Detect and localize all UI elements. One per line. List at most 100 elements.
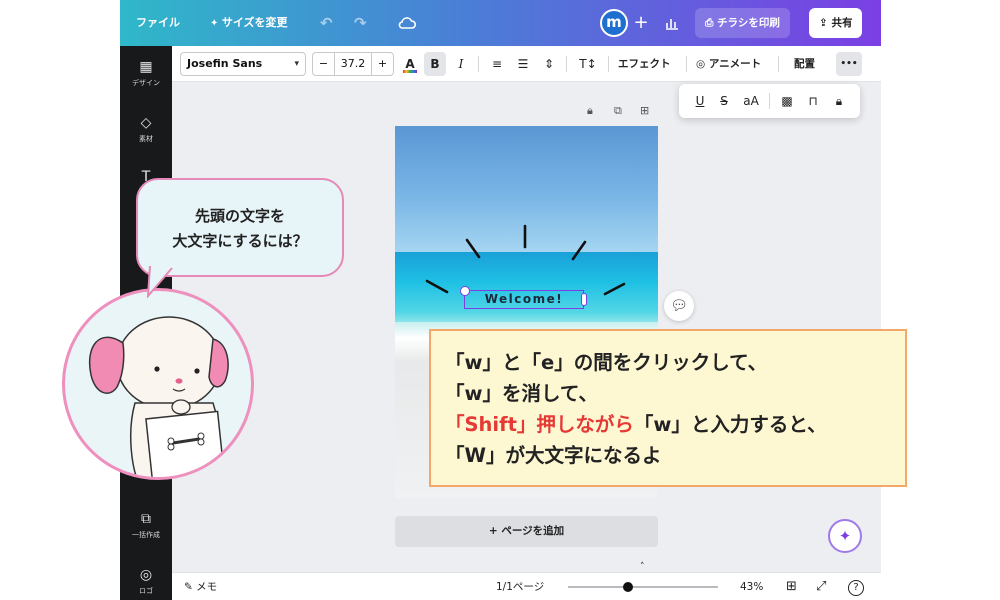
note-line-1: 「w」と「e」の間をクリックして、 <box>445 351 768 374</box>
animate-icon: ◎ <box>696 58 709 70</box>
font-family-select[interactable]: Josefin Sans ▾ <box>180 52 306 76</box>
note-line-2: 「w」を消して、 <box>445 382 598 405</box>
elements-icon: ◇ <box>140 115 152 131</box>
zoom-slider[interactable] <box>568 582 718 592</box>
lock-icon[interactable]: 🔒︎ <box>829 89 849 113</box>
help-icon: ? <box>848 580 864 596</box>
strikethrough-icon[interactable]: S <box>715 89 733 113</box>
more-options-button[interactable]: ••• <box>836 52 862 76</box>
print-icon: ⎙ <box>705 17 718 29</box>
fullscreen-icon[interactable]: ⤢ <box>816 573 826 600</box>
comment-icon: 💬︎ <box>670 298 688 314</box>
duplicate-page-icon[interactable]: ⧉ <box>614 104 622 118</box>
font-size-stepper: − 37.2 + <box>312 52 394 76</box>
divider <box>608 56 609 72</box>
welcome-text[interactable]: Welcome! <box>485 292 564 306</box>
instruction-note: 「w」と「e」の間をクリックして、 「w」を消して、 「Shift」押しながら「… <box>429 329 907 487</box>
line-spacing-icon[interactable]: ⇕ <box>538 52 560 76</box>
text-toolbar: Josefin Sans ▾ − 37.2 + A B I ≡ ☰ ⇕ T↕ エ… <box>172 46 881 82</box>
speech-bubble: 先頭の文字を 大文字にするには？ <box>136 178 344 277</box>
zoom-level[interactable]: 43% <box>740 573 763 600</box>
share-icon: ⇪ <box>819 17 832 29</box>
bubble-tail <box>146 266 173 298</box>
note-line-3-rest: 「w」と入力すると、 <box>633 413 827 436</box>
notes-button[interactable]: ✎ メモ <box>184 573 217 600</box>
divider <box>769 93 770 109</box>
canva-editor-window: ファイル ✦ サイズを変更 ↶ ↷ m + ⎙ チラシを印刷 ⇪ 共有 ▦ デザ… <box>120 0 881 600</box>
bold-button[interactable]: B <box>424 52 446 76</box>
underline-icon[interactable]: U <box>691 89 709 113</box>
note-line-4: 「W」が大文字になるよ <box>445 444 662 467</box>
chevron-up-icon[interactable]: ˄ <box>640 561 645 573</box>
page-indicator[interactable]: 1/1ページ <box>496 573 544 600</box>
effects-button[interactable]: エフェクト <box>618 52 671 76</box>
sidebar-item-bulk-create[interactable]: ⧉ 一括作成 <box>120 510 172 540</box>
selected-text-box[interactable]: Welcome! <box>460 286 587 309</box>
divider <box>778 56 779 72</box>
sidebar-item-elements[interactable]: ◇ 素材 <box>120 114 172 144</box>
divider <box>566 56 567 72</box>
bubble-line-2: 大文字にするには？ <box>172 232 308 250</box>
more-options-popover: U S aA ▩ ⊓ 🔒︎ <box>679 84 860 118</box>
increase-size-button[interactable]: + <box>371 53 393 75</box>
font-size-input[interactable]: 37.2 <box>335 53 371 75</box>
print-flyer-label: チラシを印刷 <box>717 17 780 29</box>
bottom-bar: ✎ メモ ˄ 1/1ページ 43% ⊞ ⤢ ? <box>172 562 881 600</box>
sidebar-item-design[interactable]: ▦ デザイン <box>120 58 172 88</box>
resize-handle[interactable] <box>460 286 470 296</box>
redo-icon[interactable]: ↷ <box>354 0 367 46</box>
share-button[interactable]: ⇪ 共有 <box>809 8 863 38</box>
avatar[interactable]: m <box>600 9 628 37</box>
notes-icon: ✎ <box>184 581 197 593</box>
add-page-button[interactable]: + ページを追加 <box>395 516 658 547</box>
bulk-create-icon: ⧉ <box>141 511 151 527</box>
undo-icon[interactable]: ↶ <box>320 0 333 46</box>
decrease-size-button[interactable]: − <box>313 53 335 75</box>
position-button[interactable]: 配置 <box>794 52 815 76</box>
italic-button[interactable]: I <box>450 52 472 76</box>
grid-view-icon[interactable]: ⊞ <box>786 573 797 600</box>
sparkle-icon: ✦ <box>838 527 852 545</box>
text-color-button[interactable]: A <box>400 52 420 76</box>
add-page-icon[interactable]: ⊞ <box>640 104 649 117</box>
help-button[interactable]: ? <box>848 573 864 600</box>
dog-mascot-illustration <box>62 288 254 480</box>
share-label: 共有 <box>831 17 853 29</box>
add-comment-button[interactable]: 💬︎ <box>664 291 694 321</box>
transparency-icon[interactable]: ▩ <box>777 89 797 113</box>
top-bar: ファイル ✦ サイズを変更 ↶ ↷ m + ⎙ チラシを印刷 ⇪ 共有 <box>120 0 881 46</box>
sparkle-icon: ✦ <box>210 18 222 29</box>
chevron-down-icon: ▾ <box>294 59 299 69</box>
divider <box>478 56 479 72</box>
resize-button[interactable]: ✦ サイズを変更 <box>210 0 288 46</box>
bubble-line-1: 先頭の文字を <box>194 207 285 225</box>
text-color-icon: A <box>405 57 415 71</box>
add-collaborator-button[interactable]: + <box>628 9 654 37</box>
font-family-value: Josefin Sans <box>187 57 263 70</box>
sidebar-item-logo[interactable]: ◎ ロゴ <box>120 566 172 596</box>
resize-label: サイズを変更 <box>221 16 288 29</box>
sidebar-item-label: 素材 <box>139 135 153 143</box>
paint-roller-icon[interactable]: ⊓ <box>803 89 823 113</box>
zoom-slider-handle[interactable] <box>623 582 633 592</box>
animate-label: アニメート <box>708 58 762 70</box>
magic-assistant-button[interactable]: ✦ <box>828 519 862 553</box>
dog-mascot-drawing <box>88 316 229 477</box>
cloud-save-icon[interactable] <box>398 0 417 46</box>
file-menu[interactable]: ファイル <box>136 0 180 46</box>
notes-label: メモ <box>196 581 218 593</box>
sidebar-item-label: ロゴ <box>139 587 153 595</box>
note-line-3: 「Shift」押しながら「w」と入力すると、 <box>445 409 905 440</box>
print-flyer-button[interactable]: ⎙ チラシを印刷 <box>695 8 790 38</box>
letter-case-button[interactable]: aA <box>739 89 763 113</box>
animate-button[interactable]: ◎ アニメート <box>696 52 761 76</box>
vertical-text-icon[interactable]: T↕ <box>574 52 602 76</box>
list-icon[interactable]: ☰ <box>512 52 534 76</box>
layout-icon: ▦ <box>139 59 153 75</box>
logo-icon: ◎ <box>139 567 153 583</box>
insights-icon[interactable] <box>665 0 679 46</box>
resize-handle[interactable] <box>581 293 587 306</box>
divider <box>686 56 687 72</box>
lock-icon[interactable]: 🔒︎ <box>587 104 593 118</box>
align-center-icon[interactable]: ≡ <box>486 52 508 76</box>
